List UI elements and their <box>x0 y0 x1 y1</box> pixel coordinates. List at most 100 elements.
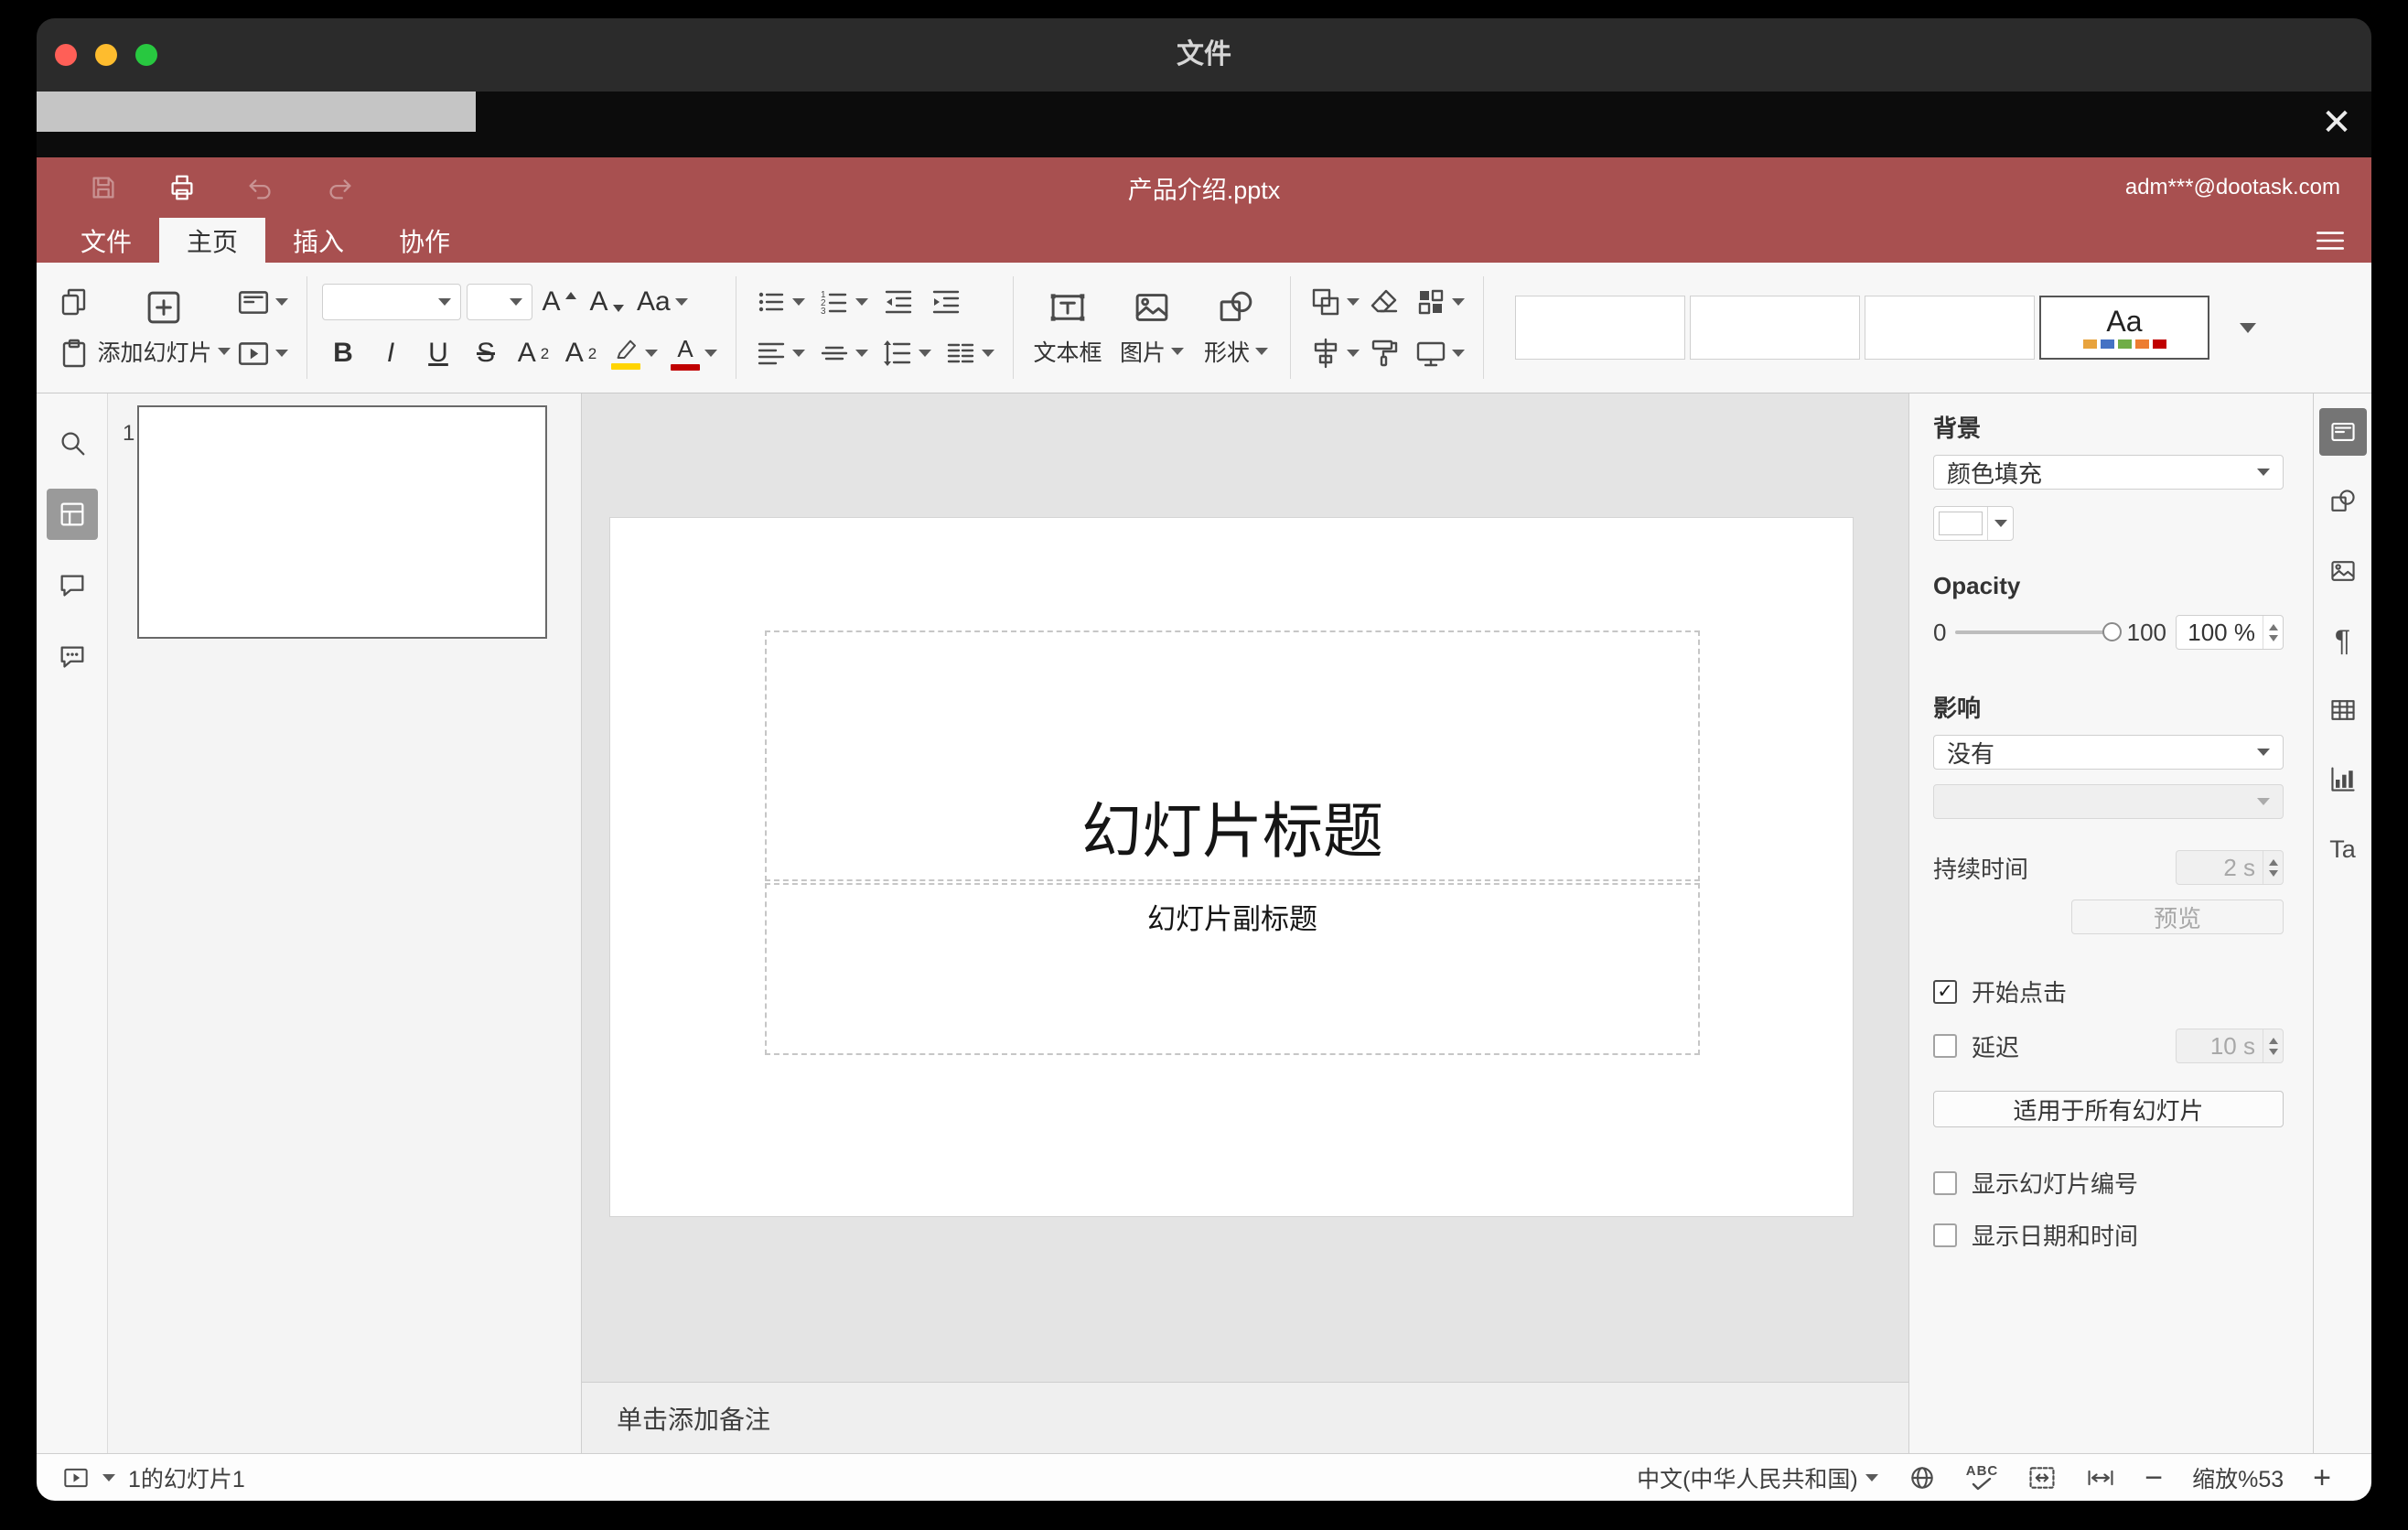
add-slide-button[interactable]: 添加幻灯片 <box>95 281 232 374</box>
background-color-picker[interactable] <box>1933 506 2014 541</box>
textart-settings-button[interactable]: Ta <box>2319 825 2367 873</box>
show-slide-number-checkbox[interactable] <box>1933 1170 1957 1195</box>
start-on-click-checkbox[interactable]: ✓ <box>1933 979 1957 1004</box>
delay-checkbox[interactable] <box>1933 1034 1957 1058</box>
tab-file[interactable]: 文件 <box>53 218 159 263</box>
search-button[interactable] <box>47 417 98 469</box>
theme-gallery-expand-button[interactable] <box>2227 307 2269 349</box>
table-settings-button[interactable] <box>2319 686 2367 734</box>
theme-option-selected[interactable]: Aa <box>2039 296 2209 360</box>
change-layout-button[interactable] <box>232 281 292 323</box>
start-slideshow-status-button[interactable] <box>62 1464 90 1492</box>
document-language-button[interactable] <box>1908 1463 1937 1492</box>
underline-glyph: U <box>428 338 448 368</box>
slide[interactable]: 幻灯片标题 幻灯片副标题 <box>609 517 1854 1217</box>
italic-glyph: I <box>386 338 395 368</box>
hamburger-menu-icon[interactable] <box>2313 223 2348 258</box>
arrow-up-icon <box>2268 1037 2278 1044</box>
copy-button[interactable] <box>53 281 95 323</box>
minimize-traffic-light[interactable] <box>95 44 117 66</box>
line-spacing-button[interactable] <box>877 332 935 374</box>
comments-button[interactable] <box>47 560 98 611</box>
fit-width-button[interactable] <box>2086 1463 2115 1492</box>
shape-settings-button[interactable] <box>2319 478 2367 525</box>
increase-font-button[interactable]: A <box>538 281 580 323</box>
apply-to-all-slides-button[interactable]: 适用于所有幻灯片 <box>1933 1091 2284 1127</box>
change-case-button[interactable]: Aa <box>633 281 692 323</box>
underline-button[interactable]: U <box>417 332 459 374</box>
slides-panel-button[interactable] <box>46 489 98 540</box>
highlight-color-button[interactable] <box>607 332 661 374</box>
clear-style-button[interactable] <box>1363 281 1405 323</box>
zoom-in-button[interactable]: + <box>2313 1462 2331 1493</box>
slide-settings-panel: 背景 颜色填充 Opacity 0 100 100 % 影响 没有 持续时间 2… <box>1908 393 2313 1453</box>
traffic-lights <box>55 44 157 66</box>
bullets-button[interactable] <box>751 281 809 323</box>
opacity-spinner[interactable]: 100 % <box>2176 615 2284 650</box>
notes-area[interactable]: 单击添加备注 <box>582 1382 1908 1453</box>
subscript-button[interactable]: A2 <box>560 332 602 374</box>
slide-size-button[interactable] <box>1411 332 1468 374</box>
image-settings-button[interactable] <box>2319 547 2367 595</box>
spellcheck-button[interactable]: ABC <box>1966 1464 1999 1491</box>
tab-home[interactable]: 主页 <box>159 218 266 263</box>
font-name-combo[interactable] <box>322 284 461 320</box>
textbox-label: 文本框 <box>1033 340 1102 366</box>
bold-button[interactable]: B <box>322 332 364 374</box>
insert-shape-button[interactable]: 形状 <box>1197 281 1275 374</box>
spellcheck-label: ABC <box>1965 1463 1999 1479</box>
insert-group: 文本框 图片 形状 <box>1028 281 1275 374</box>
paste-button[interactable] <box>53 332 95 374</box>
superscript-mark: 2 <box>540 344 550 362</box>
background-fill-select[interactable]: 颜色填充 <box>1933 455 2284 490</box>
show-date-time-checkbox[interactable] <box>1933 1223 1957 1247</box>
arrange-shape-button[interactable] <box>1306 281 1363 323</box>
spinner-arrows[interactable] <box>2263 616 2283 649</box>
theme-option-2[interactable] <box>1690 296 1860 360</box>
feedback-button[interactable] <box>47 631 98 683</box>
slide-thumbnail[interactable] <box>137 405 547 639</box>
vertical-align-button[interactable] <box>814 332 872 374</box>
chart-settings-button[interactable] <box>2319 756 2367 803</box>
insert-textbox-button[interactable]: 文本框 <box>1028 281 1107 374</box>
insert-image-button[interactable]: 图片 <box>1113 281 1191 374</box>
effect-select[interactable]: 没有 <box>1933 735 2284 770</box>
close-traffic-light[interactable] <box>55 44 77 66</box>
italic-button[interactable]: I <box>370 332 412 374</box>
start-slideshow-button[interactable] <box>232 332 292 374</box>
subtitle-placeholder-box[interactable]: 幻灯片副标题 <box>765 883 1700 1055</box>
font-size-combo[interactable] <box>467 284 532 320</box>
chevron-down-icon[interactable] <box>102 1473 115 1482</box>
zoom-out-button[interactable]: − <box>2145 1462 2163 1493</box>
subscript-mark: 2 <box>587 344 597 362</box>
close-button[interactable]: ✕ <box>2315 101 2359 145</box>
preview-button[interactable]: 预览 <box>2071 900 2284 934</box>
columns-button[interactable] <box>941 332 998 374</box>
strikeout-button[interactable]: S <box>465 332 507 374</box>
opacity-slider-handle[interactable] <box>2102 622 2122 641</box>
decrease-indent-button[interactable] <box>877 281 919 323</box>
color-dropdown[interactable] <box>1987 507 2013 540</box>
increase-indent-button[interactable] <box>925 281 967 323</box>
slide-settings-button[interactable] <box>2318 408 2367 456</box>
theme-option-1[interactable] <box>1515 296 1685 360</box>
horizontal-align-button[interactable] <box>751 332 809 374</box>
language-selector[interactable]: 中文(中华人民共和国) <box>1637 1461 1878 1494</box>
paragraph-settings-button[interactable]: ¶ <box>2319 617 2367 664</box>
superscript-button[interactable]: A2 <box>512 332 554 374</box>
decrease-font-button[interactable]: A <box>586 281 628 323</box>
opacity-slider[interactable] <box>1955 622 2122 641</box>
opacity-value: 100 % <box>2188 618 2255 646</box>
copy-style-button[interactable] <box>1363 332 1405 374</box>
fit-slide-button[interactable] <box>2027 1463 2057 1492</box>
numbering-button[interactable]: 123 <box>814 281 872 323</box>
title-placeholder-box[interactable]: 幻灯片标题 <box>765 630 1700 881</box>
slide-canvas[interactable]: 幻灯片标题 幻灯片副标题 <box>582 393 1908 1382</box>
align-shape-button[interactable] <box>1306 332 1363 374</box>
tab-insert[interactable]: 插入 <box>265 218 371 263</box>
color-scheme-button[interactable] <box>1411 281 1468 323</box>
font-color-button[interactable]: A <box>667 332 721 374</box>
fullscreen-traffic-light[interactable] <box>135 44 157 66</box>
theme-option-3[interactable] <box>1865 296 2035 360</box>
tab-collaboration[interactable]: 协作 <box>371 218 478 263</box>
